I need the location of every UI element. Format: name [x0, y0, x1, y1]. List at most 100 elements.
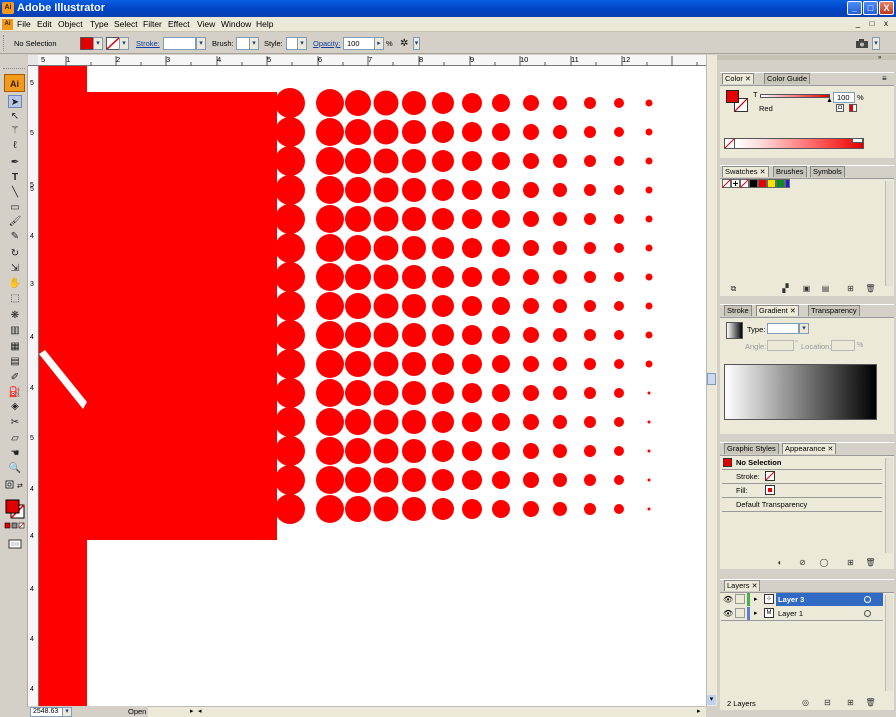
tab-appearance[interactable]: Appearance ✕ [782, 443, 837, 454]
layers-scrollbar[interactable] [885, 595, 893, 691]
halftone-dot[interactable] [345, 351, 371, 377]
tab-transparency[interactable]: Transparency [808, 305, 860, 316]
layer-row-layer-1[interactable]: 👁 ▸ M Layer 1 [721, 607, 883, 621]
camera-icon[interactable] [855, 38, 869, 49]
stroke-label[interactable]: Stroke: [136, 39, 160, 49]
tint-slider-thumb[interactable]: ▲ [826, 97, 833, 104]
menu-edit[interactable]: Edit [37, 19, 52, 30]
halftone-dot[interactable] [647, 420, 651, 424]
lock-toggle[interactable] [735, 608, 745, 618]
halftone-dot[interactable] [373, 351, 399, 377]
lock-toggle[interactable] [735, 594, 745, 604]
halftone-dot[interactable] [492, 210, 510, 228]
tab-layers[interactable]: Layers ✕ [724, 580, 761, 591]
halftone-dot[interactable] [584, 242, 596, 254]
halftone-dot[interactable] [402, 178, 426, 202]
none-color-button[interactable] [724, 138, 735, 149]
halftone-dot[interactable] [275, 407, 305, 437]
gradient-tool-icon[interactable]: ▤ [8, 355, 22, 368]
halftone-dot[interactable] [523, 269, 539, 285]
halftone-dot[interactable] [345, 409, 371, 435]
halftone-dot[interactable] [492, 123, 510, 141]
halftone-dot[interactable] [462, 209, 482, 229]
halftone-dot[interactable] [275, 494, 305, 524]
halftone-dot[interactable] [647, 449, 651, 453]
halftone-dot[interactable] [462, 441, 482, 461]
halftone-dot[interactable] [402, 352, 426, 376]
column-graph-tool-icon[interactable]: ▥ [8, 324, 22, 337]
halftone-dot[interactable] [345, 177, 371, 203]
halftone-dot[interactable] [492, 355, 510, 373]
scale-tool-icon[interactable]: ⇲ [8, 262, 22, 275]
halftone-dot[interactable] [402, 439, 426, 463]
halftone-dot[interactable] [523, 211, 539, 227]
delete-layer-icon[interactable]: 🗑 [865, 698, 876, 708]
web-safe-icon[interactable] [849, 104, 857, 112]
halftone-dot[interactable] [553, 96, 567, 110]
halftone-dot[interactable] [492, 94, 510, 112]
gradient-location-field[interactable] [831, 340, 855, 351]
halftone-dot[interactable] [462, 122, 482, 142]
halftone-dot[interactable] [432, 469, 454, 491]
halftone-dot[interactable] [462, 354, 482, 374]
halftone-dot[interactable] [402, 381, 426, 405]
status-menu-arrow[interactable]: ▸ [190, 707, 198, 717]
rotate-tool-icon[interactable]: ↻ [8, 247, 22, 260]
gradient-preview[interactable] [724, 364, 877, 420]
halftone-dot[interactable] [275, 204, 305, 234]
symbol-sprayer-tool-icon[interactable]: ❋ [8, 309, 22, 322]
halftone-dot[interactable] [492, 442, 510, 460]
halftone-dot[interactable] [647, 507, 651, 511]
scroll-left-arrow[interactable]: ◂ [198, 707, 206, 716]
halftone-dot[interactable] [584, 358, 596, 370]
halftone-dot[interactable] [402, 207, 426, 231]
halftone-dot[interactable] [523, 298, 539, 314]
rectangle-tool-icon[interactable]: ▭ [8, 201, 22, 214]
halftone-dot[interactable] [584, 416, 596, 428]
stroke-dropdown[interactable]: ▾ [119, 37, 129, 50]
halftone-dot[interactable] [523, 240, 539, 256]
brush-field[interactable] [236, 37, 250, 50]
vertical-scroll-thumb[interactable] [707, 373, 716, 385]
halftone-dot[interactable] [345, 438, 371, 464]
halftone-dot[interactable] [647, 478, 651, 482]
tint-slider[interactable] [760, 94, 830, 98]
menu-object[interactable]: Object [58, 19, 83, 30]
swatches-scrollbar[interactable] [885, 181, 893, 286]
halftone-dot[interactable] [345, 206, 371, 232]
halftone-dot[interactable] [523, 327, 539, 343]
document-icon[interactable]: Ai [2, 19, 13, 30]
direct-selection-tool-icon[interactable]: ↖ [8, 110, 22, 123]
halftone-dot[interactable] [373, 438, 399, 464]
tint-value-field[interactable]: 100 [833, 92, 855, 103]
type-tool-icon[interactable]: T [8, 171, 22, 184]
close-icon[interactable]: ✕ [745, 76, 751, 83]
eraser-tool-icon[interactable]: ▱ [8, 432, 22, 445]
halftone-dot[interactable] [402, 468, 426, 492]
horizontal-scrollbar[interactable] [148, 706, 706, 717]
close-icon[interactable]: ✕ [760, 169, 766, 176]
opacity-arrow[interactable]: ▸ [374, 37, 384, 50]
halftone-dot[interactable] [316, 495, 344, 523]
halftone-dot[interactable] [402, 410, 426, 434]
halftone-dot[interactable] [553, 473, 567, 487]
zoom-dropdown[interactable]: ▾ [62, 707, 72, 717]
halftone-dot[interactable] [432, 237, 454, 259]
halftone-dot[interactable] [316, 350, 344, 378]
close-icon[interactable]: ✕ [790, 308, 796, 315]
visibility-eye-icon[interactable]: 👁 [723, 595, 733, 604]
zoom-tool-icon[interactable]: 🔍 [8, 462, 22, 475]
halftone-dot[interactable] [345, 322, 371, 348]
visibility-eye-icon[interactable]: 👁 [723, 609, 733, 618]
halftone-dot[interactable] [345, 264, 371, 290]
halftone-dot[interactable] [462, 267, 482, 287]
halftone-dot[interactable] [645, 273, 653, 281]
halftone-dot[interactable] [275, 320, 305, 350]
white-swatch[interactable] [852, 138, 863, 143]
mesh-tool-icon[interactable]: ▦ [8, 340, 22, 353]
toolbox-grip[interactable] [3, 68, 25, 71]
reduce-to-basic-icon[interactable]: ◯ [815, 558, 833, 568]
gradient-type-field[interactable] [767, 323, 799, 334]
halftone-dot[interactable] [402, 120, 426, 144]
halftone-dot[interactable] [316, 176, 344, 204]
